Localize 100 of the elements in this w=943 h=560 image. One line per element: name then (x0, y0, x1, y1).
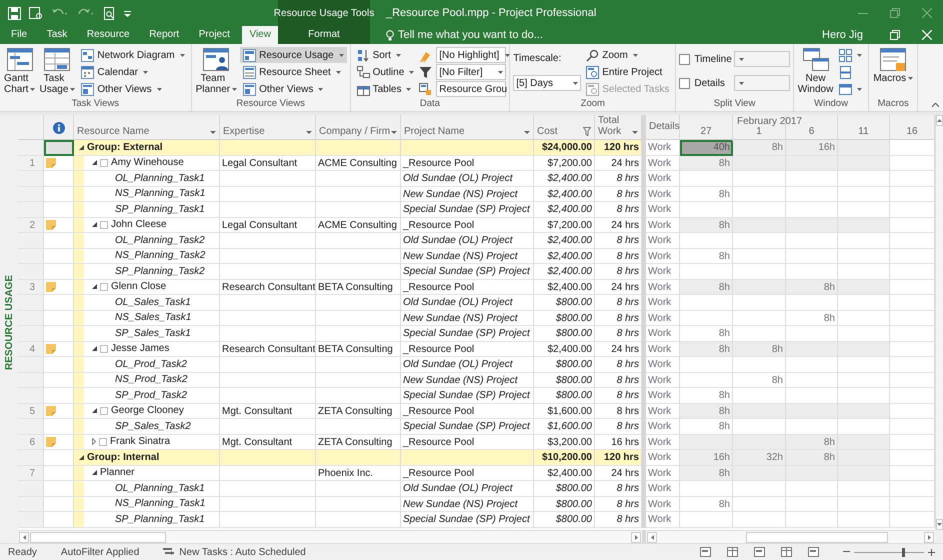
resource-name: Planner (100, 466, 134, 480)
expanded-triangle-icon[interactable] (92, 408, 97, 414)
table-cell (786, 496, 838, 512)
ribbon-button[interactable]: Other Views (240, 81, 347, 97)
zoom-in-button[interactable] (928, 548, 935, 556)
ribbon-button[interactable]: Team Planner (194, 47, 238, 95)
assignment-name: NS_Prod_Task2 (114, 373, 188, 388)
expanded-triangle-icon[interactable] (92, 470, 97, 476)
table-cell: Work (646, 171, 680, 186)
caret-icon (318, 88, 324, 90)
zoom-slider[interactable] (854, 548, 924, 556)
ribbon-tab[interactable]: Task (40, 26, 74, 44)
table-cell: Research Consultant (220, 280, 316, 295)
table-cell (733, 512, 786, 528)
ribbon-button[interactable]: Gantt Chart (3, 47, 36, 95)
split-window-icon (839, 66, 852, 78)
collapse-ribbon-icon[interactable] (932, 103, 939, 107)
customize-icon[interactable] (124, 10, 131, 16)
save-icon[interactable] (8, 6, 21, 20)
ribbon-button[interactable]: Zoom (583, 47, 672, 63)
assignment-name: OL_Planning_Task2 (114, 234, 205, 248)
caret-icon (505, 54, 510, 56)
expanded-triangle-icon[interactable] (79, 144, 84, 150)
ribbon-button[interactable]: Resource Usage (240, 47, 347, 63)
table-cell: 8h (680, 248, 733, 264)
scroll-down-button[interactable] (936, 519, 943, 530)
ribbon-tab[interactable]: Resource (80, 26, 137, 44)
ribbon-button[interactable]: Calendar (78, 64, 188, 80)
group-band (74, 233, 84, 248)
user-name[interactable]: Hero Jig (822, 26, 863, 44)
ribbon-button[interactable]: Outline (354, 64, 418, 80)
filter-icon (419, 66, 432, 78)
checkbox[interactable] (679, 54, 690, 64)
checkbox[interactable] (100, 220, 108, 229)
restore-icon[interactable] (890, 30, 900, 40)
table-cell: $10,200.00 (534, 450, 595, 466)
ribbon-tab[interactable]: Format (278, 26, 370, 44)
checkbox[interactable] (100, 158, 108, 167)
table-cell (838, 450, 890, 466)
scroll-left-button[interactable] (19, 532, 29, 543)
report-view-icon[interactable] (808, 547, 819, 557)
caret-icon (338, 54, 344, 56)
ribbon-tab[interactable]: View (242, 26, 278, 44)
caret-icon (156, 88, 162, 90)
table-cell: $800.00 (534, 357, 595, 372)
dropdown-field[interactable]: [5] Days (513, 75, 582, 91)
expanded-triangle-icon[interactable] (92, 346, 97, 352)
expanded-triangle-icon[interactable] (92, 222, 97, 228)
table-cell: $800.00 (534, 388, 595, 404)
ribbon-tab[interactable]: File (4, 26, 34, 44)
scroll-thumb[interactable] (30, 532, 166, 543)
gantt-view-icon[interactable] (700, 547, 711, 557)
scroll-up-button[interactable] (936, 115, 943, 126)
ribbon-button[interactable]: Entire Project (583, 64, 672, 80)
dropdown-field[interactable]: Resource Grou (436, 81, 506, 97)
group-band (74, 264, 84, 278)
scroll-right-button[interactable] (631, 532, 641, 543)
assignment-name: SP_Planning_Task2 (114, 264, 205, 279)
assignment-name: OL_Sales_Task1 (114, 296, 191, 310)
checkbox[interactable] (99, 438, 107, 446)
table-cell (838, 218, 890, 233)
scroll-left-button[interactable] (647, 532, 657, 543)
ribbon-button[interactable]: Macros (872, 47, 914, 84)
expanded-triangle-icon[interactable] (79, 454, 84, 460)
expanded-triangle-icon[interactable] (92, 284, 97, 290)
scroll-right-button[interactable] (924, 532, 934, 543)
checkbox[interactable] (100, 406, 108, 415)
slider-thumb[interactable] (902, 548, 904, 556)
ribbon-tab[interactable]: Project (192, 26, 237, 44)
group-band (74, 481, 84, 496)
assignment-name: SP_Prod_Task2 (114, 388, 187, 403)
group-label: Split View (712, 98, 756, 111)
collapsed-triangle-icon[interactable] (92, 438, 96, 446)
ribbon-button[interactable]: Tables (354, 81, 418, 97)
ribbon-button[interactable]: Task Usage (38, 47, 76, 95)
table-cell: New Sundae (NS) Project (401, 496, 534, 512)
dropdown-field[interactable]: [No Filter] (436, 64, 506, 80)
preview-icon[interactable] (29, 6, 43, 20)
expanded-triangle-icon[interactable] (92, 160, 97, 166)
checkbox[interactable] (679, 78, 690, 88)
checkbox[interactable] (100, 282, 108, 291)
table-cell: Work (646, 481, 680, 496)
table-cell (838, 186, 890, 202)
scroll-thumb[interactable] (746, 532, 888, 543)
table-cell: $800.00 (534, 512, 595, 528)
caret-icon (908, 76, 914, 80)
resource-sheet-view-icon[interactable] (781, 547, 792, 557)
task-usage-view-icon[interactable] (727, 547, 738, 557)
ribbon-button[interactable]: Resource Sheet (240, 64, 347, 80)
print-preview-icon[interactable] (103, 6, 116, 20)
checkbox[interactable] (100, 344, 108, 353)
team-planner-view-icon[interactable] (754, 547, 765, 557)
new-window-icon (802, 47, 830, 73)
ribbon-tab[interactable]: Report (142, 26, 186, 44)
ribbon-button[interactable]: Other Views (78, 81, 188, 97)
ribbon-button[interactable]: Sort (354, 47, 418, 63)
ribbon-button[interactable]: Network Diagram (78, 47, 188, 63)
selected-cell: 40h (680, 140, 733, 156)
tell-me-field[interactable]: Tell me what you want to do... (370, 26, 543, 44)
ribbon-button[interactable]: New Window (796, 47, 834, 95)
